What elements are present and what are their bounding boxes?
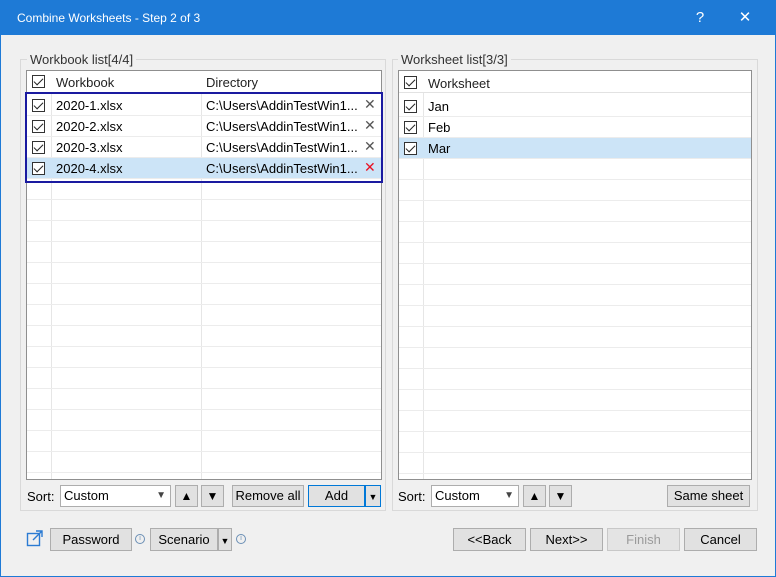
move-up-button[interactable]: ▲ (175, 485, 198, 507)
scenario-button[interactable]: Scenario (150, 528, 218, 551)
same-sheet-button[interactable]: Same sheet (667, 485, 750, 507)
cancel-button[interactable]: Cancel (684, 528, 757, 551)
worksheet-row-selected[interactable]: Mar (399, 138, 751, 159)
info-icon[interactable]: i (236, 534, 246, 544)
close-button[interactable]: ✕ (728, 5, 762, 31)
help-button[interactable]: ? (683, 5, 717, 31)
worksheet-sort-label: Sort: (398, 489, 426, 504)
column-header-directory[interactable]: Directory (206, 75, 258, 90)
scenario-dropdown-button[interactable]: ▼ (218, 528, 232, 551)
info-icon[interactable]: i (135, 534, 145, 544)
move-down-button[interactable]: ▼ (201, 485, 224, 507)
add-dropdown-button[interactable]: ▼ (365, 485, 381, 507)
chevron-down-icon: ▼ (504, 490, 514, 501)
workbook-sort-label: Sort: (27, 489, 55, 504)
finish-button: Finish (607, 528, 680, 551)
workbook-sort-value: Custom (64, 488, 109, 503)
chevron-up-icon: ▲ (180, 489, 193, 503)
workbook-sort-select[interactable]: Custom ▼ (60, 485, 171, 507)
worksheet-name: Feb (428, 120, 451, 135)
worksheet-move-up-button[interactable]: ▲ (523, 485, 546, 507)
next-button[interactable]: Next>> (530, 528, 603, 551)
worksheet-checkbox[interactable] (404, 100, 417, 113)
column-header-worksheet[interactable]: Worksheet (428, 76, 490, 91)
add-button[interactable]: Add (308, 485, 365, 507)
select-all-worksheets-checkbox[interactable] (404, 76, 417, 89)
worksheet-list-title: Worksheet list[3/3] (398, 52, 511, 67)
worksheet-grid[interactable]: Worksheet Jan Feb Mar (398, 70, 752, 480)
worksheet-name: Mar (428, 141, 451, 156)
caret-down-icon: ▼ (220, 536, 230, 546)
chevron-down-icon: ▼ (156, 490, 166, 501)
remove-all-button[interactable]: Remove all (232, 485, 304, 507)
caret-down-icon: ▼ (368, 492, 378, 502)
password-button[interactable]: Password (50, 528, 132, 551)
worksheet-name: Jan (428, 99, 449, 114)
select-all-workbooks-checkbox[interactable] (32, 75, 45, 88)
worksheet-grid-header: Worksheet (399, 71, 751, 93)
chevron-down-icon: ▼ (554, 489, 567, 503)
back-button[interactable]: <<Back (453, 528, 526, 551)
dialog-window: Combine Worksheets - Step 2 of 3 ? ✕ Wor… (0, 0, 776, 577)
worksheet-row[interactable]: Feb (399, 117, 751, 138)
worksheet-move-down-button[interactable]: ▼ (549, 485, 572, 507)
column-header-workbook[interactable]: Workbook (56, 75, 114, 90)
chevron-down-icon: ▼ (206, 489, 219, 503)
workbook-list-title: Workbook list[4/4] (27, 52, 137, 67)
share-icon[interactable] (26, 529, 44, 547)
workbook-grid-header: Workbook Directory (27, 71, 381, 93)
worksheet-sort-select[interactable]: Custom ▼ (431, 485, 519, 507)
worksheet-checkbox[interactable] (404, 142, 417, 155)
title-bar: Combine Worksheets - Step 2 of 3 ? ✕ (1, 1, 775, 35)
chevron-up-icon: ▲ (528, 489, 541, 503)
worksheet-row[interactable]: Jan (399, 96, 751, 117)
worksheet-checkbox[interactable] (404, 121, 417, 134)
worksheet-sort-value: Custom (435, 488, 480, 503)
window-title: Combine Worksheets - Step 2 of 3 (17, 11, 201, 25)
selection-highlight-box (25, 92, 383, 183)
